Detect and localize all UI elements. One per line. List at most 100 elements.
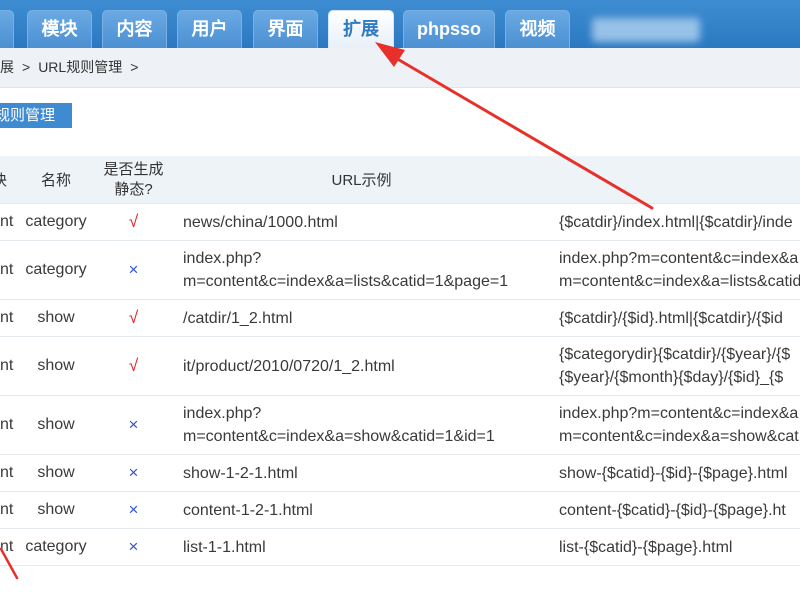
- url-example-line: m=content&c=index&a=lists&catid=1&page=1: [183, 273, 509, 290]
- cell-name: category: [25, 213, 87, 230]
- cell-url-rule: content-{$catid}-{$id}-{$page}.ht: [548, 492, 800, 528]
- url-rule-line: {$categorydir}{$catdir}/{$year}/{$: [559, 346, 791, 363]
- url-rule-line: m=content&c=index&a=lists&catid: [559, 273, 800, 290]
- table-row: nt show √ it/product/2010/0720/1_2.html {$ca…: [0, 337, 800, 396]
- cell-module: nt: [0, 261, 14, 278]
- url-rule-line: {$catdir}/{$id}.html|{$catdir}/{$id: [559, 309, 783, 327]
- tab-users[interactable]: 用户: [177, 10, 242, 48]
- header-name: 名称: [40, 172, 71, 189]
- static-no-mark: ×: [128, 415, 139, 434]
- cell-name: show: [37, 501, 75, 518]
- cell-url-example: list-1-1.html: [175, 529, 548, 565]
- url-rule-lines: index.php?m=content&c=index&a m=content&c…: [559, 247, 800, 293]
- header-module: 块: [0, 156, 20, 203]
- tab-video[interactable]: 视频: [505, 10, 570, 48]
- url-rule-lines: index.php?m=content&c=index&a m=content&c…: [559, 402, 799, 448]
- tab-phpsso[interactable]: phpsso: [403, 10, 495, 48]
- cell-module: nt: [0, 464, 14, 481]
- cell-module: nt: [0, 213, 14, 230]
- url-rule-line: list-{$catid}-{$page}.html: [559, 538, 733, 556]
- url-example-lines: content-1-2-1.html: [183, 499, 313, 522]
- url-rule-lines: content-{$catid}-{$id}-{$page}.ht: [559, 499, 786, 522]
- header-ishtml-line: 是否生成: [103, 160, 164, 178]
- tab-content[interactable]: 内容: [102, 10, 167, 48]
- breadcrumb-separator: >: [22, 59, 31, 75]
- header-url-example: URL示例: [331, 172, 392, 189]
- url-rule-line: index.php?m=content&c=index&a: [559, 405, 799, 422]
- subnav-url-rule-manage[interactable]: 规则管理: [0, 103, 72, 128]
- cell-name: show: [37, 416, 75, 433]
- cell-module: nt: [0, 416, 14, 433]
- cell-module: nt: [0, 357, 14, 374]
- cell-name: show: [37, 357, 75, 374]
- table-row: nt show × index.php? m=content&c=index&a=sho…: [0, 396, 800, 455]
- url-rule-line: {$year}/{$month}{$day}/{$id}_{$: [559, 369, 784, 386]
- cell-url-example: news/china/1000.html: [175, 204, 548, 240]
- header-module-label: 块: [0, 169, 7, 190]
- cell-name: show: [37, 309, 75, 326]
- url-example-line: show-1-2-1.html: [183, 464, 298, 482]
- url-rule-line: m=content&c=index&a=show&cat: [559, 428, 799, 445]
- url-example-line: news/china/1000.html: [183, 213, 338, 231]
- url-rule-lines: show-{$catid}-{$id}-{$page}.html: [559, 462, 788, 485]
- url-example-lines: list-1-1.html: [183, 536, 266, 559]
- url-rule-line: show-{$catid}-{$id}-{$page}.html: [559, 464, 788, 482]
- table-row: nt show × show-1-2-1.html show-{$catid}-{$id…: [0, 455, 800, 492]
- url-example-lines: it/product/2010/0720/1_2.html: [183, 355, 395, 378]
- table-body: nt category √ news/china/1000.html {$catdir}…: [0, 204, 800, 566]
- table-row: nt show × content-1-2-1.html content-{$catid…: [0, 492, 800, 529]
- tab-partial[interactable]: [0, 10, 14, 48]
- static-yes-mark: √: [128, 308, 139, 327]
- cell-url-example: show-1-2-1.html: [175, 455, 548, 491]
- url-rule-lines: {$categorydir}{$catdir}/{$year}/{$ {$year…: [559, 343, 790, 389]
- cell-url-rule: {$catdir}/{$id}.html|{$catdir}/{$id: [548, 300, 800, 336]
- user-info-blurred[interactable]: [592, 18, 700, 42]
- cell-module: nt: [0, 309, 14, 326]
- cell-url-example: /catdir/1_2.html: [175, 300, 548, 336]
- url-example-line: index.php?: [183, 405, 262, 422]
- breadcrumb-separator: >: [130, 59, 139, 75]
- url-example-lines: index.php? m=content&c=index&a=show&catid…: [183, 402, 495, 448]
- table-row: nt show √ /catdir/1_2.html {$catdir}/{$id}.h…: [0, 300, 800, 337]
- tab-interface[interactable]: 界面: [253, 10, 318, 48]
- top-nav-bar: 模块 内容 用户 界面 扩展 phpsso 视频: [0, 0, 800, 48]
- cell-url-rule: {$categorydir}{$catdir}/{$year}/{$ {$year…: [548, 337, 800, 395]
- url-rule-line: content-{$catid}-{$id}-{$page}.ht: [559, 501, 786, 519]
- cell-url-example: it/product/2010/0720/1_2.html: [175, 337, 548, 395]
- cell-url-rule: index.php?m=content&c=index&a m=content&c…: [548, 396, 800, 454]
- tab-modules[interactable]: 模块: [27, 10, 92, 48]
- url-example-line: content-1-2-1.html: [183, 501, 313, 519]
- static-yes-mark: √: [128, 356, 139, 375]
- header-ishtml-line: 静态?: [114, 180, 153, 198]
- static-yes-mark: √: [128, 212, 139, 231]
- cell-name: category: [25, 261, 87, 278]
- static-no-mark: ×: [128, 500, 139, 519]
- url-rule-lines: list-{$catid}-{$page}.html: [559, 536, 732, 559]
- cell-module: nt: [0, 538, 14, 555]
- tab-extend[interactable]: 扩展: [328, 10, 394, 48]
- breadcrumb-item-url-rules: URL规则管理: [38, 59, 123, 75]
- header-ishtml: 是否生成 静态?: [92, 156, 175, 203]
- url-example-lines: show-1-2-1.html: [183, 462, 298, 485]
- table-row: nt category × list-1-1.html list-{$catid}-{$…: [0, 529, 800, 566]
- static-no-mark: ×: [128, 260, 139, 279]
- url-rule-line: {$catdir}/index.html|{$catdir}/inde: [559, 213, 793, 231]
- breadcrumb-item-extend: 展: [0, 59, 14, 75]
- cell-url-example: index.php? m=content&c=index&a=show&catid…: [175, 396, 548, 454]
- header-ishtml-lines: 是否生成 静态?: [103, 160, 163, 200]
- cell-name: show: [37, 464, 75, 481]
- cell-url-rule: show-{$catid}-{$id}-{$page}.html: [548, 455, 800, 491]
- url-example-line: index.php?: [183, 250, 262, 267]
- cell-url-example: index.php? m=content&c=index&a=lists&cati…: [175, 241, 548, 299]
- url-example-line: m=content&c=index&a=show&catid=1&id=1: [183, 428, 495, 445]
- table-row: nt category √ news/china/1000.html {$catdir}…: [0, 204, 800, 241]
- cell-module: nt: [0, 501, 14, 518]
- url-example-line: /catdir/1_2.html: [183, 309, 293, 327]
- url-example-lines: index.php? m=content&c=index&a=lists&cati…: [183, 247, 508, 293]
- header-url-rule: [548, 156, 800, 203]
- static-no-mark: ×: [128, 463, 139, 482]
- url-rule-lines: {$catdir}/{$id}.html|{$catdir}/{$id: [559, 307, 783, 330]
- cell-url-example: content-1-2-1.html: [175, 492, 548, 528]
- cell-url-rule: list-{$catid}-{$page}.html: [548, 529, 800, 565]
- url-example-line: list-1-1.html: [183, 538, 266, 556]
